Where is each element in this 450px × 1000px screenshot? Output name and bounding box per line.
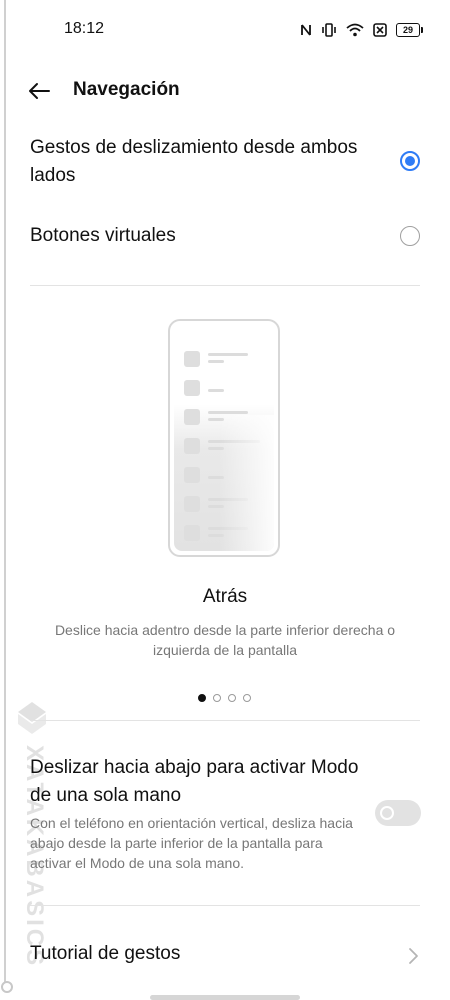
page-indicator — [198, 694, 251, 702]
watermark-line — [4, 0, 6, 985]
page-dot[interactable] — [213, 694, 221, 702]
option-gestures-label[interactable]: Gestos de deslizamiento desde ambos lado… — [30, 134, 380, 190]
gesture-tutorial-link[interactable]: Tutorial de gestos — [30, 943, 180, 965]
arrow-left-icon[interactable] — [24, 76, 54, 106]
status-time: 18:12 — [64, 20, 105, 37]
page-dot[interactable] — [198, 694, 206, 702]
home-indicator — [150, 995, 300, 1000]
status-icons: 29 — [300, 20, 423, 40]
wifi-icon — [346, 23, 364, 37]
divider — [30, 720, 420, 721]
battery-icon: 29 — [396, 23, 423, 37]
chevron-right-icon[interactable] — [406, 946, 420, 966]
option-virtual-buttons-radio[interactable] — [400, 226, 420, 246]
option-gestures-radio[interactable] — [400, 151, 420, 171]
gesture-title: Atrás — [202, 586, 248, 607]
sim-off-icon — [373, 23, 387, 37]
page-dot[interactable] — [228, 694, 236, 702]
one-hand-mode-description: Con el teléfono en orientación vertical,… — [30, 815, 353, 871]
toggle-knob — [380, 806, 394, 820]
one-hand-mode-title[interactable]: Deslizar hacia abajo para activar Modo d… — [30, 754, 360, 810]
page-title: Navegación — [73, 79, 180, 100]
divider — [30, 905, 420, 906]
gesture-animation-phone — [168, 319, 280, 557]
vibrate-icon — [322, 23, 336, 37]
option-virtual-buttons-label[interactable]: Botones virtuales — [30, 222, 380, 250]
divider — [30, 285, 420, 286]
one-hand-mode-toggle[interactable] — [375, 800, 421, 826]
phone-screen — [174, 325, 274, 551]
nfc-icon — [301, 24, 311, 36]
page-dot[interactable] — [243, 694, 251, 702]
watermark-ring — [1, 981, 13, 993]
gesture-description: Deslice hacia adentro desde la parte inf… — [54, 622, 396, 658]
